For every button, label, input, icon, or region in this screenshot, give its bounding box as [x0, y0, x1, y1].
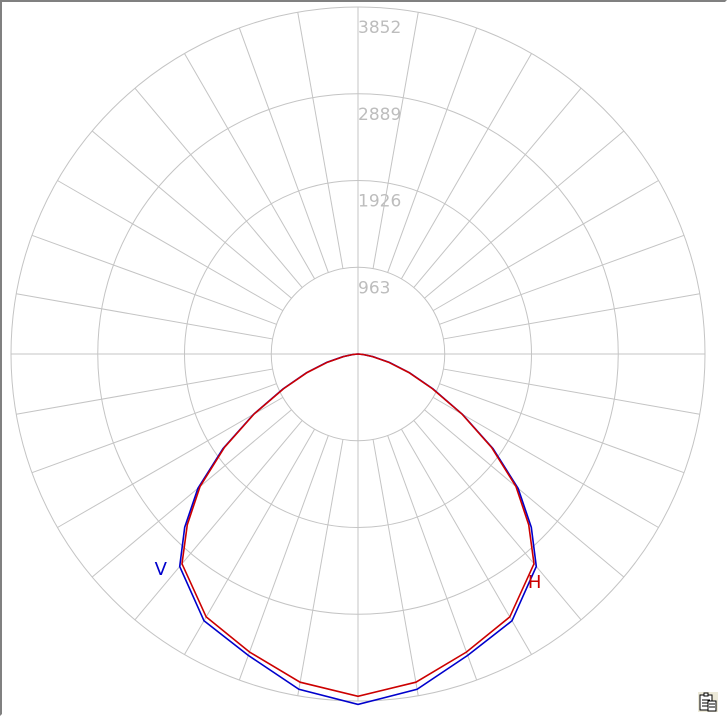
ring-label: 2889: [358, 105, 401, 125]
series-labels: VH: [155, 559, 542, 593]
grid-spoke: [16, 293, 273, 340]
series-label-v: V: [155, 559, 168, 580]
grid-spoke: [297, 439, 344, 696]
grid-spoke: [297, 12, 344, 269]
grid-spoke: [31, 383, 277, 474]
grid-spoke: [57, 180, 284, 312]
grid-spoke: [372, 12, 419, 269]
grid-spoke: [184, 53, 316, 280]
grid-spoke: [372, 439, 419, 696]
copy-button[interactable]: [698, 692, 718, 712]
grid-spoke: [432, 180, 659, 312]
ring-labels: 963 1926 2889 3852: [358, 18, 401, 298]
grid-spoke: [238, 435, 329, 681]
grid-spoke: [387, 435, 478, 681]
grid-spoke: [400, 53, 532, 280]
grid-spoke: [443, 368, 700, 415]
ring-label: 3852: [358, 18, 401, 38]
polar-light-distribution-chart: 963192628893852 VH: [10, 6, 706, 706]
ring-label: 963: [358, 278, 390, 298]
grid-spoke: [432, 396, 659, 528]
grid-spoke: [439, 234, 685, 325]
ring-label: 1926: [358, 192, 401, 212]
grid-spoke: [443, 293, 700, 340]
clipboard-icon: [699, 692, 717, 712]
grid-spoke: [238, 27, 329, 273]
grid-spoke: [57, 396, 284, 528]
grid-spoke: [387, 27, 478, 273]
grid-spoke: [16, 368, 273, 415]
series-label-h: H: [528, 572, 542, 593]
grid-spoke: [31, 234, 277, 325]
grid-spoke: [439, 383, 685, 474]
